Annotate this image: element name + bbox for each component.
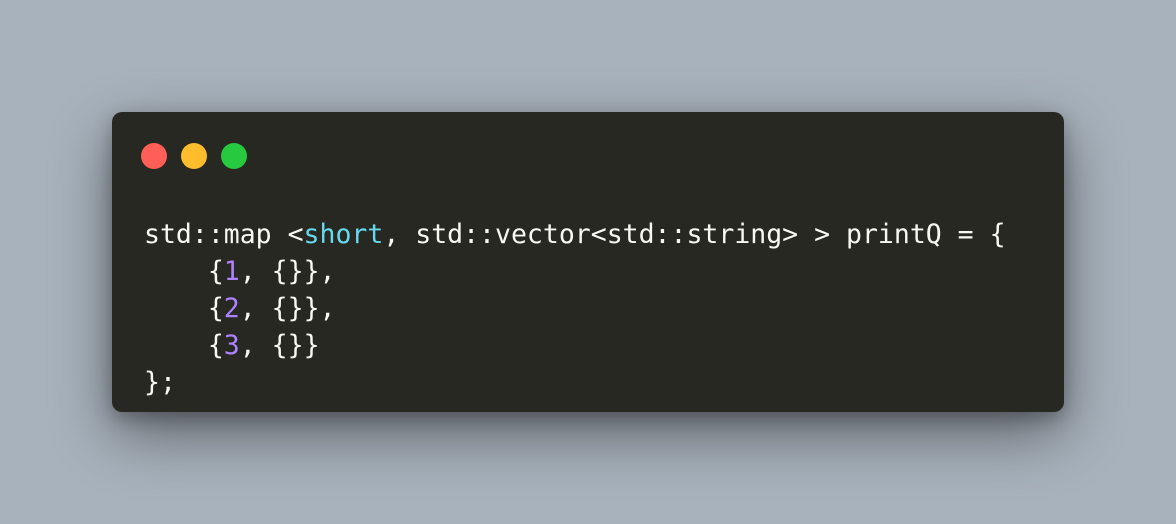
close-window-icon[interactable]: [141, 143, 167, 169]
code-token: };: [144, 367, 176, 398]
maximize-window-icon[interactable]: [221, 143, 247, 169]
code-token: {: [207, 293, 224, 324]
code-token: , {}},: [239, 256, 336, 287]
code-token: , {}}: [239, 330, 320, 361]
code-token: , std::vector<std::string> > printQ = {: [383, 219, 1006, 250]
number-literal: 3: [223, 330, 240, 361]
code-token: , {}},: [239, 293, 336, 324]
code-line-3: {2, {}},: [144, 290, 1006, 327]
number-literal: 2: [223, 293, 240, 324]
code-token: {: [207, 330, 224, 361]
code-line-2: {1, {}},: [144, 253, 1006, 290]
code-window: std::map <short, std::vector<std::string…: [112, 112, 1064, 412]
number-literal: 1: [223, 256, 240, 287]
minimize-window-icon[interactable]: [181, 143, 207, 169]
code-token: std::map <: [144, 219, 304, 250]
code-line-1: std::map <short, std::vector<std::string…: [144, 216, 1006, 253]
type-keyword: short: [303, 219, 384, 250]
code-line-4: {3, {}}: [144, 327, 1006, 364]
code-block: std::map <short, std::vector<std::string…: [144, 216, 1006, 401]
code-token: {: [207, 256, 224, 287]
window-controls: [141, 143, 247, 169]
code-line-5: };: [144, 364, 1006, 401]
